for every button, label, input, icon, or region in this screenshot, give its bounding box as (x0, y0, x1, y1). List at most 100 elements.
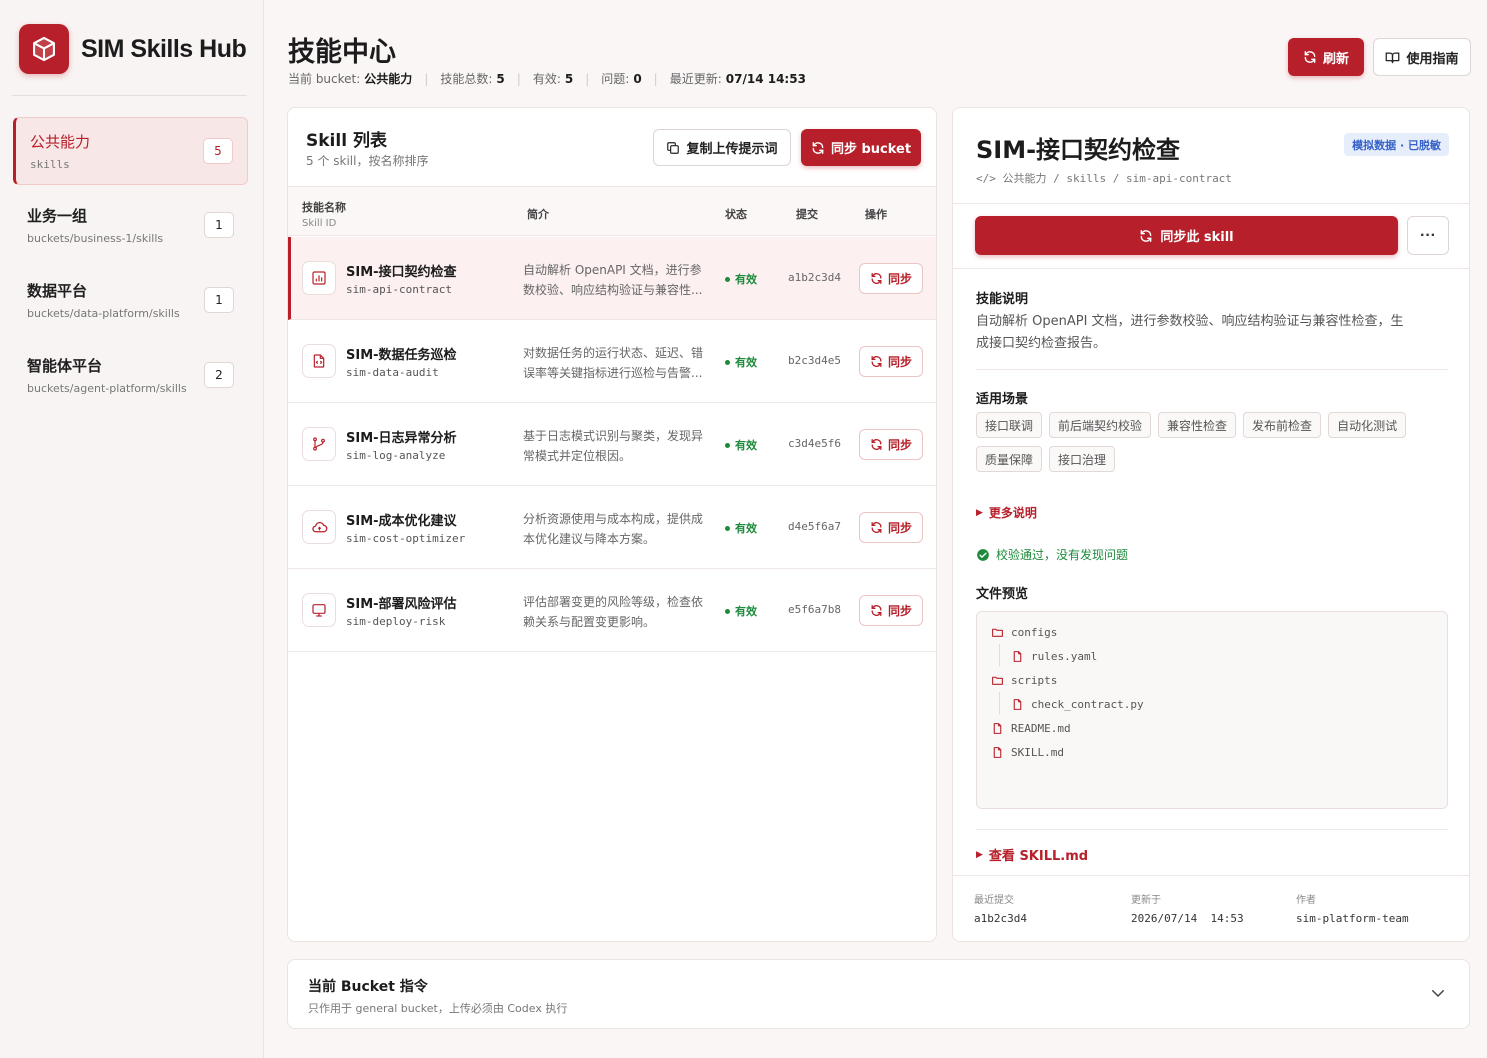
file-tree-folder[interactable]: configs (991, 626, 1057, 639)
table-row[interactable]: SIM-日志异常分析 sim-log-analyze 基于日志模式识别与聚类，发… (288, 403, 936, 486)
row-skill-id: sim-data-audit (346, 366, 439, 379)
more-options-button[interactable]: ··· (1407, 216, 1449, 255)
col-name-sub: Skill ID (302, 218, 337, 229)
bucket-instructions-panel[interactable]: 当前 Bucket 指令 只作用于 general bucket，上传必须由 C… (287, 959, 1470, 1029)
row-skill-id: sim-cost-optimizer (346, 532, 466, 545)
row-status-badge: 有效 (725, 437, 757, 453)
copy-label: 复制上传提示词 (686, 142, 778, 157)
scene-tag: 接口联调 (976, 412, 1043, 438)
stat-total-label: 技能总数: (440, 72, 493, 86)
status-dot (725, 276, 730, 282)
sync-bucket-button[interactable]: 同步 bucket (801, 129, 921, 166)
stat-issues-value: 0 (633, 71, 642, 86)
scene-tag: 前后端契约校验 (1049, 412, 1152, 438)
col-name: 技能名称 Skill ID (302, 199, 346, 229)
row-sync-button[interactable]: 同步 (859, 595, 923, 626)
desc-section-title: 技能说明 (976, 292, 1029, 307)
file-name: scripts (1011, 674, 1058, 687)
file-code-icon (302, 344, 336, 378)
sidebar-bucket-agent-platform[interactable]: 智能体平台 buckets/agent-platform/skills 2 (13, 342, 248, 410)
scene-tag: 兼容性检查 (1158, 412, 1237, 438)
skill-list-subtitle: 5 个 skill，按名称排序 (306, 154, 429, 168)
breadcrumb: </> 公共能力 / skills / sim-api-contract (976, 170, 1232, 186)
chart-icon (302, 261, 336, 295)
stat-valid-label: 有效: (532, 72, 561, 86)
sync-bucket-label: 同步 bucket (830, 142, 912, 157)
folder-icon (992, 628, 1003, 637)
file-name: rules.yaml (1031, 650, 1098, 663)
status-dot (725, 442, 730, 448)
copy-upload-prompt-button[interactable]: 复制上传提示词 (653, 129, 791, 166)
col-status: 状态 (725, 208, 747, 221)
row-desc: 自动解析 OpenAPI 文档，进行参数校验、响应结构验证与兼容性... (523, 263, 703, 297)
view-skill-md-label: 查看 SKILL.md (988, 849, 1089, 864)
meta-author-label: 作者 (1296, 895, 1316, 906)
stat-valid-value: 5 (564, 71, 574, 86)
validation-status: 校验通过，没有发现问题 (976, 546, 1128, 563)
code-icon: </> (976, 172, 996, 185)
file-tree-file[interactable]: README.md (991, 722, 1071, 735)
scene-tag: 发布前检查 (1243, 412, 1322, 438)
guide-button[interactable]: 使用指南 (1373, 38, 1471, 76)
table-row[interactable]: SIM-数据任务巡检 sim-data-audit 对数据任务的运行状态、延迟、… (288, 320, 936, 403)
refresh-button[interactable]: 刷新 (1288, 38, 1364, 76)
more-description-toggle[interactable]: ▶ 更多说明 (976, 504, 1037, 521)
file-tree-folder[interactable]: scripts (991, 674, 1057, 687)
row-sync-button[interactable]: 同步 (859, 429, 923, 460)
meta-updated-value: 2026/07/14 14:53 (1131, 912, 1244, 925)
table-row[interactable]: SIM-部署风险评估 sim-deploy-risk 评估部署变更的风险等级，检… (288, 569, 936, 652)
stat-issues-label: 问题: (601, 72, 630, 86)
meta-commit-value: a1b2c3d4 (974, 912, 1027, 925)
bucket-instructions-title: 当前 Bucket 指令 (308, 979, 428, 995)
row-skill-name: SIM-成本优化建议 (346, 514, 457, 529)
bucket-count-badge: 5 (203, 138, 233, 164)
divider (953, 203, 1469, 204)
refresh-icon (871, 355, 882, 368)
row-sync-button[interactable]: 同步 (859, 346, 923, 377)
meta-updated-label: 更新于 (1131, 895, 1161, 906)
file-tree-file[interactable]: SKILL.md (991, 746, 1064, 759)
sidebar-bucket-data-platform[interactable]: 数据平台 buckets/data-platform/skills 1 (13, 267, 248, 335)
meta-author: 作者 sim-platform-team (1296, 891, 1409, 925)
row-sync-button[interactable]: 同步 (859, 512, 923, 543)
monitor-icon (302, 593, 336, 627)
mock-data-badge: 模拟数据 · 已脱敏 (1344, 133, 1449, 156)
status-dot (725, 359, 730, 365)
row-desc: 分析资源使用与成本构成，提供成本优化建议与降本方案。 (523, 512, 704, 546)
file-icon (993, 723, 1002, 734)
refresh-label: 刷新 (1322, 51, 1349, 67)
row-skill-id: sim-deploy-risk (346, 615, 446, 628)
table-row[interactable]: SIM-成本优化建议 sim-cost-optimizer 分析资源使用与成本构… (288, 486, 936, 569)
view-skill-md-toggle[interactable]: ▶ 查看 SKILL.md (976, 845, 1088, 864)
row-sync-label: 同步 (887, 355, 912, 369)
row-skill-name: SIM-部署风险评估 (346, 597, 457, 612)
chevron-down-icon[interactable] (1429, 984, 1447, 1002)
check-circle-icon (977, 548, 989, 561)
row-status-label: 有效 (735, 439, 757, 452)
row-commit: e5f6a7b8 (788, 603, 841, 616)
scene-tag: 质量保障 (976, 446, 1043, 472)
file-tree-file[interactable]: rules.yaml (1011, 650, 1097, 663)
brand[interactable]: SIM Skills Hub (19, 24, 247, 74)
row-sync-button[interactable]: 同步 (859, 263, 923, 294)
file-tree: configs rules.yaml scripts check_contrac… (976, 611, 1448, 809)
skill-list-panel: Skill 列表 5 个 skill，按名称排序 复制上传提示词 同步 buck… (287, 107, 937, 942)
divider (976, 829, 1448, 830)
row-desc: 对数据任务的运行状态、延迟、错误率等关键指标进行巡检与告警... (523, 346, 704, 380)
file-tree-file[interactable]: check_contract.py (1011, 698, 1144, 711)
skill-description: 自动解析 OpenAPI 文档，进行参数校验、响应结构验证与兼容性检查，生成接口… (976, 314, 1404, 351)
refresh-icon (1304, 51, 1316, 63)
row-status-label: 有效 (735, 605, 757, 618)
sidebar-bucket-business-1[interactable]: 业务一组 buckets/business-1/skills 1 (13, 192, 248, 260)
row-commit: a1b2c3d4 (788, 271, 841, 284)
sync-skill-button[interactable]: 同步此 skill (975, 216, 1398, 255)
sidebar-bucket-public[interactable]: 公共能力 skills 5 (13, 117, 248, 185)
table-row[interactable]: SIM-接口契约检查 sim-api-contract 自动解析 OpenAPI… (288, 237, 936, 320)
file-icon (1013, 651, 1022, 662)
more-description-label: 更多说明 (988, 506, 1037, 520)
row-skill-id: sim-api-contract (346, 283, 452, 296)
file-name: SKILL.md (1011, 746, 1064, 759)
divider (953, 875, 1469, 876)
sync-skill-label: 同步此 skill (1160, 230, 1234, 245)
breadcrumb-path: 公共能力 / skills / sim-api-contract (1002, 172, 1232, 185)
